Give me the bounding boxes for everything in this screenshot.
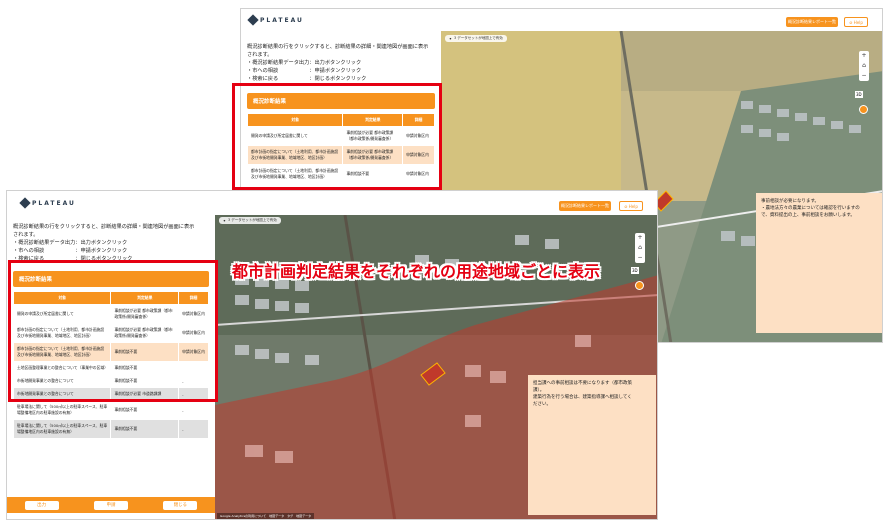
zoom-out-icon[interactable]: − [861, 71, 866, 81]
result-list-button[interactable]: 概況診断結果レポート一覧 [786, 17, 838, 27]
help-button[interactable]: ⊘ Help [619, 201, 643, 211]
highlight-frame-front [8, 260, 218, 402]
output-button[interactable]: 出力 [24, 500, 59, 510]
headline-callout: 都市計画判定結果をそれぞれの用途地域ごとに表示 [232, 262, 601, 281]
panel-action-bar: 出力 申請 閉じる [7, 497, 215, 513]
instruction-item: ・市への相談 ：申請ボタンクリック [247, 68, 362, 74]
info-line: で、資料提出の上、事前相談をお願いします。 [761, 213, 855, 218]
close-button[interactable]: 閉じる [163, 500, 198, 510]
top-bar: PLATEAU 概況診断結果レポート一覧 ⊘ Help [7, 191, 657, 213]
info-line: 課）。 [533, 388, 545, 393]
location-pin-icon[interactable] [859, 105, 868, 114]
table-row[interactable]: 駐車場法に関して（500㎡以上の駐車スペース、駐車場整備地区内の駐車施設の有無）… [12, 400, 209, 420]
instruction-line: されます。 [247, 52, 273, 58]
zoom-controls: + ⌂ − [859, 51, 869, 81]
home-icon[interactable]: ⌂ [638, 243, 642, 253]
cell-target: 駐車場法に関して（500㎡以上の駐車スペース、駐車場整備地区内の駐車施設の有無） [12, 419, 112, 439]
apply-button[interactable]: 申請 [93, 500, 128, 510]
plateau-logo: PLATEAU [247, 14, 304, 26]
view-mode-toggle[interactable]: 3D [855, 91, 863, 98]
instruction-line: 概況診断結果の行をクリックすると、診断結果の詳細・関連地図が画面に表示 [13, 224, 195, 230]
layers-icon: ⚫ [223, 218, 226, 223]
view-mode-toggle[interactable]: 3D [631, 267, 639, 274]
notice-text: 3 データセットが地図上で有効 [227, 218, 277, 222]
location-pin-icon[interactable] [635, 281, 644, 290]
instruction-line: されます。 [13, 232, 39, 238]
info-line: 建築行為を行う場合は、建築指導課へ相談してく [533, 395, 632, 400]
help-label: Help [628, 203, 638, 209]
cell-detail: - [178, 400, 209, 420]
zoom-in-icon[interactable]: + [637, 233, 642, 243]
logo-text: PLATEAU [32, 199, 76, 207]
logo-icon [247, 14, 259, 26]
instruction-item: ・市への相談 ：申請ボタンクリック [13, 248, 128, 254]
zoom-in-icon[interactable]: + [861, 51, 866, 61]
info-line: ださい。 [533, 402, 551, 407]
notice-text: 3 データセットが地図上で有効 [453, 36, 503, 40]
info-line: 事前相談が必要になります。 [761, 199, 820, 204]
detail-info-box: 事前相談が必要になります。 ・農地法方々の農業については確認を行いますの で、資… [756, 193, 882, 333]
instruction-line: 概況診断結果の行をクリックすると、診断結果の詳細・関連地図が画面に表示 [247, 44, 429, 50]
instructions: 概況診断結果の行をクリックすると、診断結果の詳細・関連地図が画面に表示 されます… [241, 39, 441, 87]
dataset-notice: ⚫ 3 データセットが地図上で有効 [219, 217, 281, 224]
cell-result: 事前相談不要 [110, 400, 180, 420]
help-label: Help [853, 19, 863, 25]
instruction-item: ・検索に戻る ：閉じるボタンクリック [247, 76, 367, 82]
map-attribution[interactable]: Google Analyticsの利用について 地図データ タグ 地図データ [217, 513, 315, 519]
top-bar: PLATEAU 概況診断結果レポート一覧 ⊘ Help [241, 9, 882, 31]
info-line: ・農地法方々の農業については確認を行いますの [761, 206, 860, 211]
instruction-item: ・概況診断結果データ出力：出力ボタンクリック [13, 240, 128, 246]
cell-target: 駐車場法に関して（500㎡以上の駐車スペース、駐車場整備地区内の駐車施設の有無） [12, 400, 112, 420]
zoom-controls: + ⌂ − [635, 233, 645, 263]
plateau-logo: PLATEAU [19, 197, 76, 209]
cell-result: 事前相談不要 [110, 419, 180, 439]
logo-icon [19, 197, 31, 209]
info-line: 担当課への事前相談は不要になります（都市政策 [533, 381, 632, 386]
dataset-notice: ⚫ 3 データセットが地図上で有効 [445, 35, 507, 42]
cell-detail: - [178, 419, 209, 439]
result-list-button[interactable]: 概況診断結果レポート一覧 [559, 201, 611, 211]
highlight-frame-back [232, 83, 442, 190]
help-button[interactable]: ⊘ Help [844, 17, 868, 27]
home-icon[interactable]: ⌂ [862, 61, 866, 71]
detail-info-box: 担当課への事前相談は不要になります（都市政策 課）。 建築行為を行う場合は、建築… [528, 375, 656, 515]
layers-icon: ⚫ [449, 36, 452, 41]
zoom-out-icon[interactable]: − [637, 253, 642, 263]
table-row[interactable]: 駐車場法に関して（500㎡以上の駐車スペース、駐車場整備地区内の駐車施設の有無）… [12, 419, 209, 439]
instruction-item: ・概況診断結果データ出力：出力ボタンクリック [247, 60, 362, 66]
logo-text: PLATEAU [260, 16, 304, 24]
